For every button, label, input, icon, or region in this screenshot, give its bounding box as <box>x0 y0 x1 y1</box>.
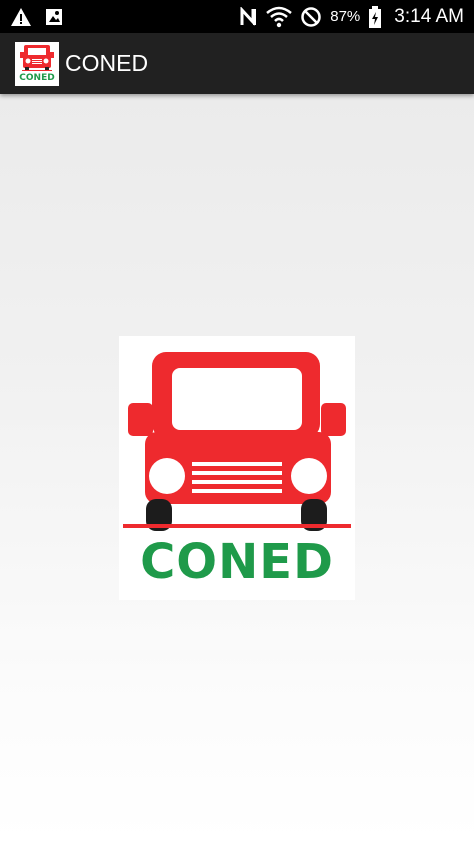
status-right: 87% 3:14 AM <box>240 5 464 28</box>
app-title: CONED <box>65 50 149 76</box>
nfc-icon <box>240 6 258 27</box>
warning-icon <box>10 7 32 27</box>
car-logo-icon <box>123 352 351 531</box>
logo-text: CONED <box>140 534 334 590</box>
image-notification-icon <box>44 7 64 27</box>
screen: 87% 3:14 AM CONED CONED CONED <box>0 0 474 842</box>
battery-percent: 87% <box>330 8 361 25</box>
app-icon-text: CONED <box>19 72 55 83</box>
wifi-icon <box>266 6 293 28</box>
clock: 3:14 AM <box>394 5 464 27</box>
battery-charging-icon <box>368 5 382 28</box>
do-not-disturb-icon <box>300 6 322 28</box>
splash-logo: CONED <box>119 336 355 600</box>
status-left <box>10 7 64 27</box>
status-bar: 87% 3:14 AM <box>0 0 474 33</box>
action-bar: CONED CONED <box>0 33 474 94</box>
app-icon[interactable]: CONED <box>15 41 59 86</box>
